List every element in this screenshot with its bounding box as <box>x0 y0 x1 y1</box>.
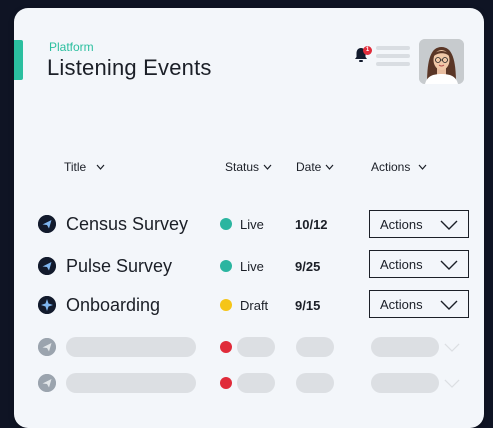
column-header-status[interactable]: Status <box>225 160 272 174</box>
column-header-date[interactable]: Date <box>296 160 334 174</box>
actions-dropdown[interactable]: Actions <box>369 250 469 278</box>
paper-plane-icon <box>38 257 56 275</box>
status-dot <box>220 341 232 353</box>
listening-events-card: Platform Listening Events 1 Title Status <box>14 8 484 428</box>
skeleton-actions <box>371 337 439 357</box>
actions-dropdown[interactable]: Actions <box>369 210 469 238</box>
table-row[interactable]: Pulse Survey Live 9/25 Actions <box>14 247 484 283</box>
actions-dropdown[interactable]: Actions <box>369 290 469 318</box>
skeleton-date <box>296 337 334 357</box>
status-dot <box>220 218 232 230</box>
skeleton-row <box>14 329 484 365</box>
date-text: 10/12 <box>295 217 328 232</box>
status-dot <box>220 377 232 389</box>
chevron-down-icon <box>440 260 458 270</box>
date-text: 9/25 <box>295 259 321 274</box>
page-title: Listening Events <box>47 55 212 80</box>
sparkle-icon <box>38 296 56 314</box>
date-text: 9/15 <box>295 298 321 313</box>
chevron-down-icon <box>444 379 460 388</box>
skeleton-status <box>237 373 275 393</box>
chevron-down-icon <box>444 343 460 352</box>
skeleton-title <box>66 373 196 393</box>
column-header-actions[interactable]: Actions <box>371 160 427 174</box>
status-text: Live <box>240 259 264 274</box>
avatar[interactable] <box>419 39 464 84</box>
chevron-down-icon <box>96 164 105 170</box>
row-title[interactable]: Pulse Survey <box>66 256 172 277</box>
row-title[interactable]: Census Survey <box>66 214 188 235</box>
chevron-down-icon <box>263 164 272 170</box>
chevron-down-icon <box>325 164 334 170</box>
skeleton-status <box>237 337 275 357</box>
chevron-down-icon <box>440 220 458 230</box>
status-dot <box>220 260 232 272</box>
chevron-down-icon <box>418 164 427 170</box>
status-text: Draft <box>240 298 269 313</box>
column-header-title[interactable]: Title <box>64 160 105 174</box>
menu-icon[interactable] <box>376 46 410 70</box>
table-row[interactable]: Onboarding Draft 9/15 Actions <box>14 287 484 323</box>
row-title[interactable]: Onboarding <box>66 295 160 316</box>
accent-bar <box>14 40 23 80</box>
paper-plane-icon <box>38 374 56 392</box>
skeleton-actions <box>371 373 439 393</box>
paper-plane-icon <box>38 338 56 356</box>
notification-badge: 1 <box>363 46 372 55</box>
skeleton-row <box>14 367 484 403</box>
chevron-down-icon <box>440 300 458 310</box>
paper-plane-icon <box>38 215 56 233</box>
status-dot <box>220 299 232 311</box>
skeleton-title <box>66 337 196 357</box>
skeleton-date <box>296 373 334 393</box>
table-row[interactable]: Census Survey Live 10/12 Actions <box>14 206 484 242</box>
status-text: Live <box>240 217 264 232</box>
section-label: Platform <box>49 40 94 54</box>
